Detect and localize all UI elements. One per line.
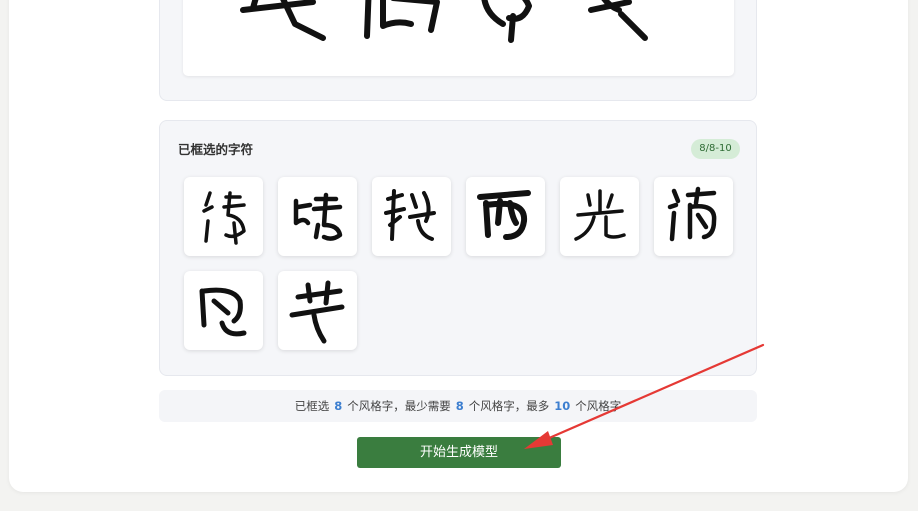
selection-info-bar: 已框选 8 个风格字，最少需要 8 个风格字，最多 10 个风格字 [159,390,757,422]
start-generate-model-button[interactable]: 开始生成模型 [357,437,561,468]
calligraphy-glyph-image [293,192,343,241]
calligraphy-glyph-image [289,280,345,344]
calligraphy-glyph-image [199,287,247,337]
glyph-tile[interactable] [372,177,451,256]
min-count: 8 [455,399,464,413]
glyph-tile[interactable] [654,177,733,256]
calligraphy-glyph-image [477,190,531,240]
calligraphy-glyph-image [574,189,626,241]
info-text-4: 个风格字 [575,399,622,413]
calligraphy-glyph-image [667,186,717,242]
calligraphy-glyph-image [202,191,246,245]
panel-title: 已框选的字符 [178,142,254,157]
info-text-3: 个风格字，最多 [468,399,550,413]
selected-count: 8 [334,399,343,413]
calligraphy-glyph-image [384,189,436,241]
glyph-tile[interactable] [278,271,357,350]
calligraphy-preview-image [183,0,734,76]
info-text-1: 已框选 [294,399,330,413]
info-text-2: 个风格字，最少需要 [347,399,451,413]
selection-count-badge: 8/8-10 [691,139,740,159]
glyph-tile[interactable] [466,177,545,256]
glyph-tile[interactable] [560,177,639,256]
max-count: 10 [554,399,571,413]
glyph-tile[interactable] [184,177,263,256]
glyph-tile[interactable] [278,177,357,256]
glyph-tile[interactable] [184,271,263,350]
